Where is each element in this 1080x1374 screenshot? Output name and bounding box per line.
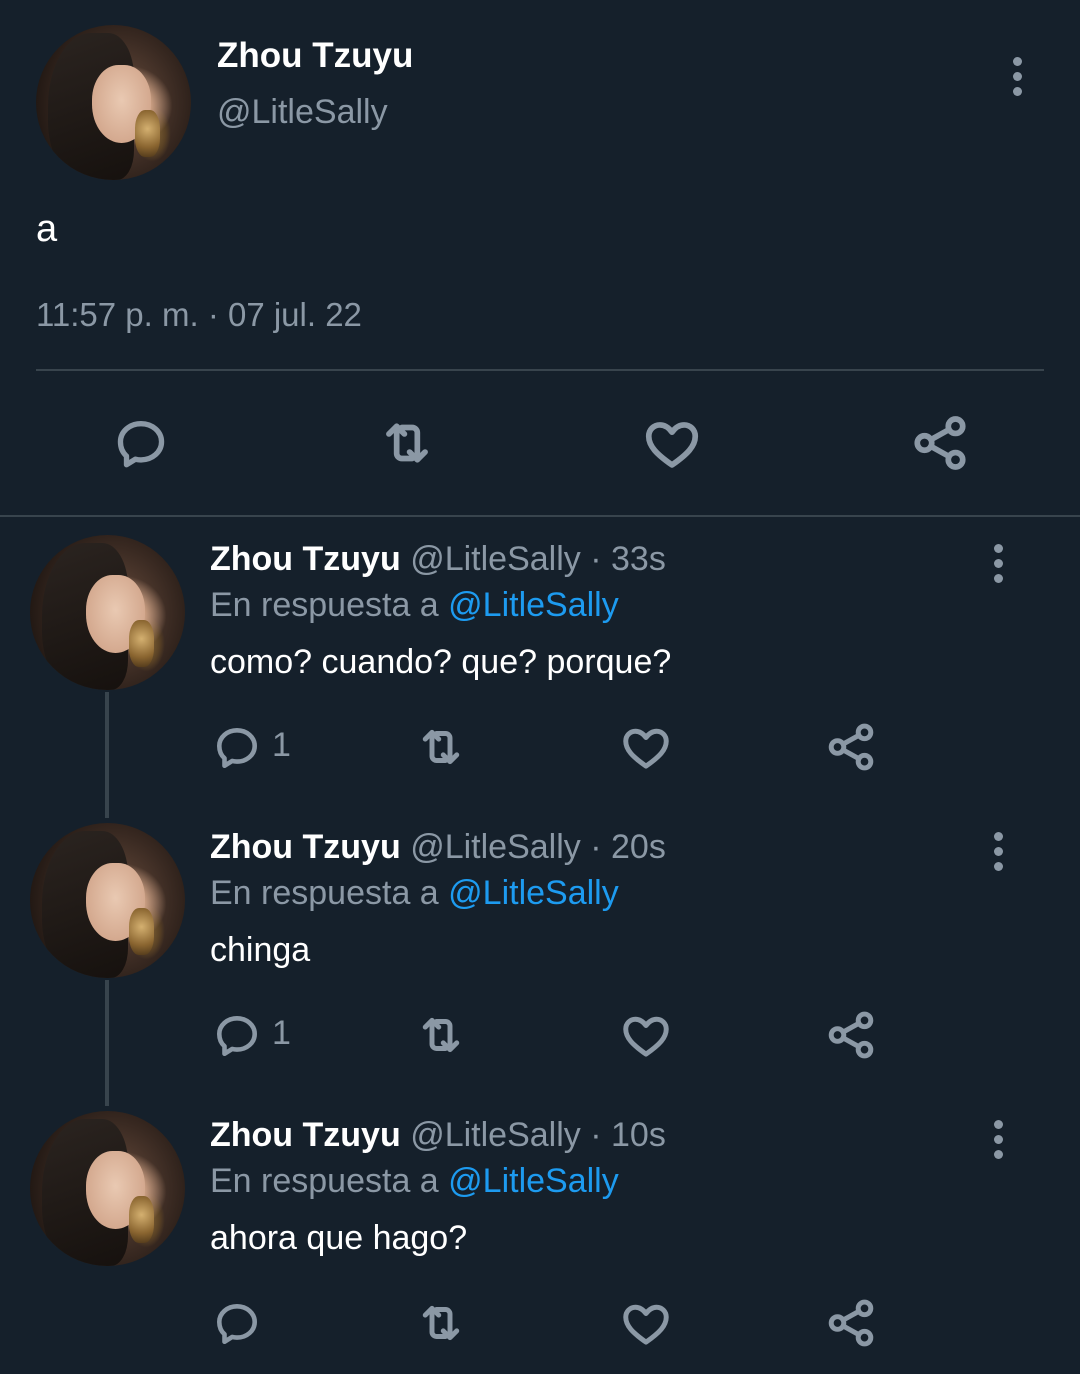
handle-time[interactable]: @LitleSally · 20s	[410, 828, 666, 866]
reply-prefix: En respuesta a	[210, 586, 439, 624]
display-name[interactable]: Zhou Tzuyu	[210, 540, 401, 578]
mention-link[interactable]: @LitleSally	[448, 874, 619, 912]
thread-line	[105, 980, 109, 1106]
reply-count: 1	[272, 1014, 291, 1052]
retweet-icon[interactable]	[412, 1008, 470, 1062]
avatar[interactable]	[36, 25, 191, 180]
reply-icon[interactable]	[212, 1298, 262, 1348]
reply-count: 1	[272, 726, 291, 764]
reply-header: Zhou Tzuyu @LitleSally · 20s	[210, 828, 666, 867]
reply-context: En respuesta a @LitleSally	[210, 874, 619, 913]
section-divider	[0, 515, 1080, 517]
more-options-icon[interactable]	[1007, 57, 1027, 102]
like-icon[interactable]	[641, 412, 703, 474]
divider	[36, 369, 1044, 371]
like-icon[interactable]	[619, 1008, 673, 1062]
reply-icon[interactable]	[212, 1010, 262, 1060]
retweet-icon[interactable]	[373, 412, 441, 474]
retweet-icon[interactable]	[412, 1296, 470, 1350]
mention-link[interactable]: @LitleSally	[448, 1162, 619, 1200]
like-icon[interactable]	[619, 1296, 673, 1350]
thread-line	[105, 692, 109, 818]
tweet-text: ahora que hago?	[210, 1219, 468, 1257]
tweet-text: chinga	[210, 931, 311, 969]
reply-icon[interactable]	[212, 722, 262, 772]
display-name[interactable]: Zhou Tzuyu	[217, 36, 413, 76]
like-icon[interactable]	[619, 720, 673, 774]
more-options-icon[interactable]	[988, 1120, 1008, 1165]
avatar[interactable]	[30, 823, 185, 978]
more-options-icon[interactable]	[988, 544, 1008, 589]
tweet-text: a	[36, 208, 58, 250]
display-name[interactable]: Zhou Tzuyu	[210, 1116, 401, 1154]
retweet-icon[interactable]	[412, 720, 470, 774]
share-icon[interactable]	[909, 412, 971, 474]
reply-header: Zhou Tzuyu @LitleSally · 10s	[210, 1116, 666, 1155]
reply-icon[interactable]	[112, 414, 170, 472]
display-name[interactable]: Zhou Tzuyu	[210, 828, 401, 866]
handle-time[interactable]: @LitleSally · 33s	[410, 540, 666, 578]
more-options-icon[interactable]	[988, 832, 1008, 877]
share-icon[interactable]	[824, 720, 878, 774]
share-icon[interactable]	[824, 1296, 878, 1350]
handle-time[interactable]: @LitleSally · 10s	[410, 1116, 666, 1154]
mention-link[interactable]: @LitleSally	[448, 586, 619, 624]
handle[interactable]: @LitleSally	[217, 93, 388, 132]
reply-context: En respuesta a @LitleSally	[210, 1162, 619, 1201]
reply-prefix: En respuesta a	[210, 1162, 439, 1200]
tweet-timestamp[interactable]: 11:57 p. m. · 07 jul. 22	[36, 296, 362, 334]
reply-context: En respuesta a @LitleSally	[210, 586, 619, 625]
reply-prefix: En respuesta a	[210, 874, 439, 912]
avatar[interactable]	[30, 1111, 185, 1266]
share-icon[interactable]	[824, 1008, 878, 1062]
avatar[interactable]	[30, 535, 185, 690]
reply-header: Zhou Tzuyu @LitleSally · 33s	[210, 540, 666, 579]
tweet-text: como? cuando? que? porque?	[210, 643, 672, 681]
